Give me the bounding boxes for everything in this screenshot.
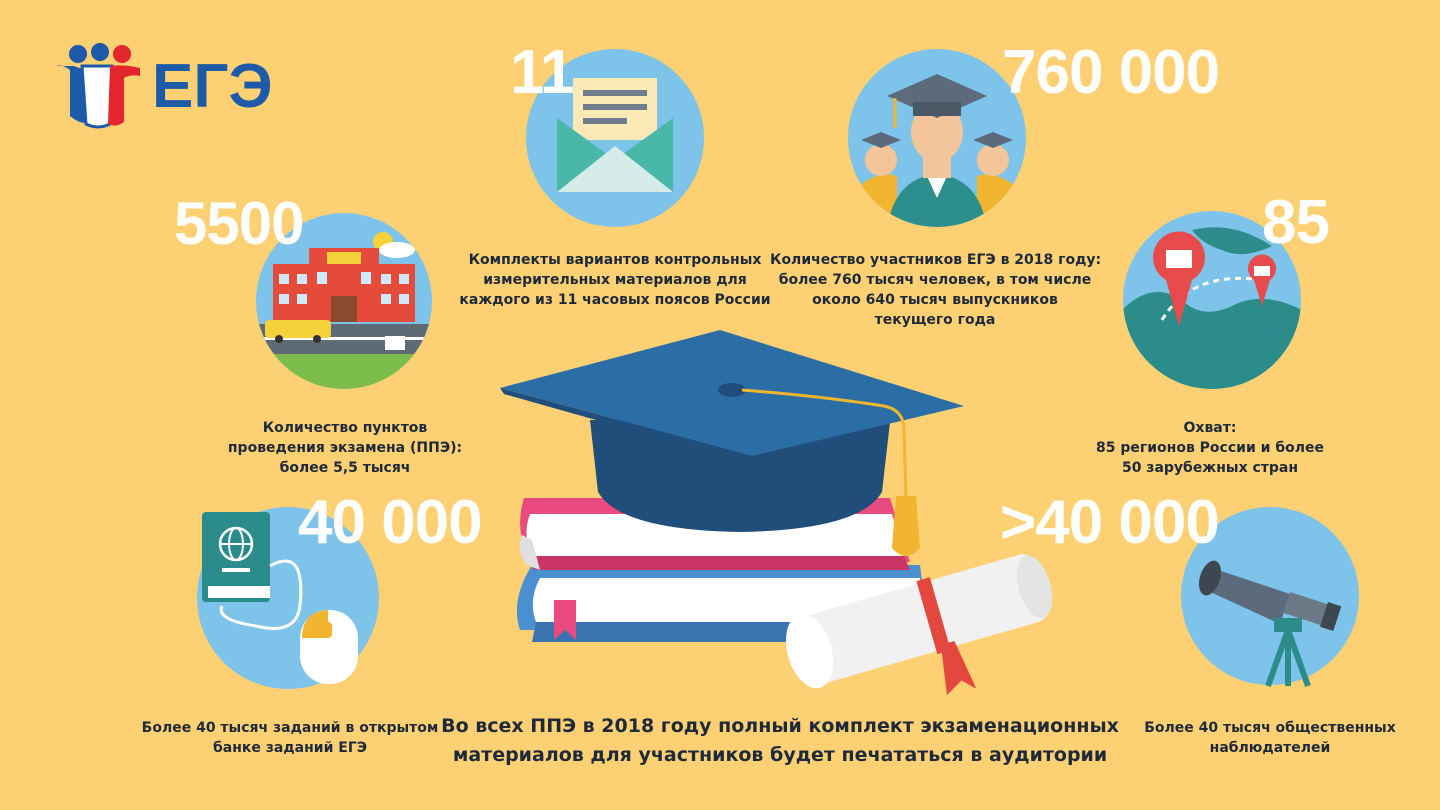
kits-number: 11 [510, 38, 575, 107]
graduates-icon [848, 49, 1026, 227]
bottom-statement: Во всех ППЭ в 2018 году полный комплект … [441, 715, 1119, 766]
tasks-number: 40 000 [298, 488, 483, 557]
logo-text: ЕГЭ [152, 52, 273, 121]
regions-number: 85 [1262, 188, 1330, 257]
points-caption: Количество пунктов проведения экзамена (… [227, 420, 463, 476]
ege-logo: ЕГЭ [52, 43, 292, 134]
graduation-cap-books-icon [500, 330, 1053, 696]
regions-caption: Охват: 85 регионов России и более 50 зар… [1096, 420, 1324, 476]
points-number: 5500 [174, 190, 304, 257]
participants-caption: Количество участников ЕГЭ в 2018 году: б… [770, 252, 1102, 328]
kits-caption: Комплекты вариантов контрольных измерите… [459, 252, 771, 308]
participants-number: 760 000 [1002, 38, 1220, 107]
observers-caption: Более 40 тысяч общественных наблюдателей [1144, 720, 1396, 756]
tasks-caption: Более 40 тысяч заданий в открытом банке … [141, 720, 439, 756]
